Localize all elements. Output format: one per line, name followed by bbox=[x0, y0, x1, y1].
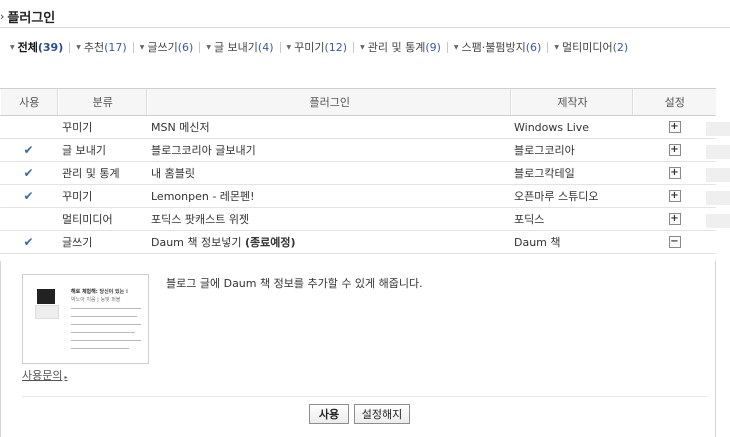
thumb-text-line bbox=[71, 316, 137, 317]
thumb-text-line bbox=[71, 340, 141, 341]
book-cover-caption bbox=[35, 305, 59, 319]
table-row-expanded[interactable]: ✔ 글쓰기 Daum 책 정보넣기 (종료예정) Daum 책 − bbox=[0, 231, 716, 254]
row-scroll-shadow bbox=[706, 168, 730, 182]
row-scroll-shadow bbox=[706, 145, 730, 159]
header-plugin: 플러그인 bbox=[146, 89, 511, 115]
triangle-down-icon: ▼ bbox=[10, 43, 15, 51]
expand-plus-icon[interactable]: + bbox=[668, 167, 681, 179]
row-maker: 오픈마루 스튜디오 bbox=[514, 190, 599, 203]
filter-send-post[interactable]: ▼ 글 보내기 (4) bbox=[206, 39, 273, 55]
thumb-title: 해로 체험해: 당신이 있는 ⁝ bbox=[71, 289, 128, 295]
row-plugin-name[interactable]: MSN 메신저 bbox=[146, 119, 512, 135]
table-row[interactable]: ✔ 글 보내기 블로그코리아 글보내기 블로그코리아 + bbox=[0, 139, 716, 162]
filter-management[interactable]: ▼ 관리 및 통계 (9) bbox=[360, 39, 441, 55]
row-scroll-shadow bbox=[706, 122, 730, 136]
table-row[interactable]: ✔ 꾸미기 Lemonpen - 레몬펜! 오픈마루 스튜디오 + bbox=[0, 185, 716, 208]
row-maker: 블로그칵테일 bbox=[514, 167, 575, 180]
triangle-down-icon: ▼ bbox=[139, 43, 145, 51]
filter-recommended[interactable]: ▼ 추천 (17) bbox=[76, 39, 126, 55]
triangle-down-icon: ▼ bbox=[453, 43, 459, 51]
header-category: 분류 bbox=[57, 89, 147, 115]
check-icon: ✔ bbox=[23, 166, 34, 180]
row-category: 멀티미디어 bbox=[62, 213, 113, 226]
plugin-preview-thumbnail: 해로 체험해: 당신이 있는 ⁝ 박노아 지음 | 능빛 퍼블 bbox=[22, 274, 149, 364]
table-row[interactable]: ✔ 관리 및 통계 내 홈블릿 블로그칵테일 + bbox=[0, 162, 716, 185]
thumb-text-line bbox=[71, 332, 135, 333]
check-icon: ✔ bbox=[23, 189, 34, 203]
row-maker: 포딕스 bbox=[514, 213, 545, 226]
header-use: 사용 bbox=[0, 89, 58, 115]
row-maker: Windows Live bbox=[514, 120, 590, 134]
row-category: 관리 및 통계 bbox=[62, 167, 120, 180]
table-header: 사용 분류 플러그인 제작자 설정 bbox=[0, 88, 716, 116]
expand-plus-icon[interactable]: + bbox=[668, 144, 681, 156]
row-scroll-shadow bbox=[706, 214, 730, 228]
expand-plus-icon[interactable]: + bbox=[668, 190, 681, 202]
row-category: 글 보내기 bbox=[62, 144, 106, 157]
expand-plus-icon[interactable]: + bbox=[668, 213, 681, 225]
detail-divider bbox=[22, 396, 708, 397]
filter-spam[interactable]: ▼ 스팸·불펌방지 (6) bbox=[454, 39, 541, 55]
row-category: 글쓰기 bbox=[62, 236, 93, 249]
unset-settings-button[interactable]: 설정해지 bbox=[354, 404, 410, 424]
filter-all[interactable]: ▼ 전체 (39) bbox=[10, 39, 63, 55]
filter-separator bbox=[353, 41, 355, 53]
page-title: 플러그인 bbox=[7, 10, 56, 26]
filter-separator bbox=[547, 41, 549, 53]
header-settings: 설정 bbox=[632, 89, 716, 115]
check-icon: ✔ bbox=[23, 235, 34, 249]
row-maker: 블로그코리아 bbox=[514, 144, 575, 157]
thumb-text-line bbox=[71, 308, 141, 309]
triangle-down-icon: ▼ bbox=[286, 43, 292, 51]
table-row[interactable]: 꾸미기 MSN 메신저 Windows Live + bbox=[0, 116, 716, 139]
plugin-table: 사용 분류 플러그인 제작자 설정 꾸미기 MSN 메신저 Windows Li… bbox=[0, 88, 716, 254]
triangle-down-icon: ▼ bbox=[360, 43, 365, 51]
thumb-text-line bbox=[71, 324, 141, 325]
book-cover-image bbox=[37, 289, 55, 304]
filter-multimedia[interactable]: ▼ 멀티미디어 (2) bbox=[554, 39, 628, 55]
row-category: 꾸미기 bbox=[62, 190, 93, 203]
thumb-text-line bbox=[71, 348, 129, 349]
row-maker: Daum 책 bbox=[514, 236, 561, 249]
expand-plus-icon[interactable]: + bbox=[668, 121, 681, 133]
filter-separator bbox=[446, 41, 448, 53]
chevron-right-icon: › bbox=[0, 9, 5, 23]
category-filter-bar: ▼ 전체 (39) ▼ 추천 (17) ▼ 글쓰기 (6) ▼ 글 보내기 (4) ▼ 꾸미기 (1… bbox=[10, 38, 628, 56]
row-plugin-name[interactable]: 블로그코리아 글보내기 bbox=[146, 142, 512, 158]
page-header: › 플러그인 bbox=[0, 6, 55, 26]
filter-separator bbox=[279, 41, 281, 53]
plugin-status-note: (종료예정) bbox=[245, 236, 296, 249]
usage-inquiry-link[interactable]: 사용문의 ▸ bbox=[22, 367, 68, 383]
row-plugin-name[interactable]: 포딕스 팟캐스트 위젯 bbox=[146, 211, 512, 227]
filter-writing[interactable]: ▼ 글쓰기 (6) bbox=[140, 39, 194, 55]
arrow-right-icon: ▸ bbox=[64, 374, 68, 381]
thumb-subtitle: 박노아 지음 | 능빛 퍼블 bbox=[71, 297, 121, 303]
use-button[interactable]: 사용 bbox=[309, 404, 349, 424]
filter-separator bbox=[199, 41, 201, 53]
triangle-down-icon: ▼ bbox=[76, 43, 81, 51]
row-category: 꾸미기 bbox=[62, 121, 93, 134]
triangle-down-icon: ▼ bbox=[206, 43, 211, 51]
check-icon: ✔ bbox=[23, 143, 34, 157]
row-plugin-name[interactable]: Daum 책 정보넣기 (종료예정) bbox=[146, 234, 512, 250]
filter-separator bbox=[69, 41, 71, 53]
filter-decorate[interactable]: ▼ 꾸미기 (12) bbox=[287, 39, 348, 55]
title-divider bbox=[0, 27, 730, 28]
row-plugin-name[interactable]: 내 홈블릿 bbox=[146, 165, 512, 181]
collapse-minus-icon[interactable]: − bbox=[668, 236, 681, 248]
filter-separator bbox=[132, 41, 134, 53]
header-maker: 제작자 bbox=[511, 89, 632, 115]
row-plugin-name[interactable]: Lemonpen - 레몬펜! bbox=[146, 188, 512, 204]
triangle-down-icon: ▼ bbox=[554, 43, 559, 51]
row-scroll-shadow bbox=[706, 191, 730, 205]
plugin-description: 블로그 글에 Daum 책 정보를 추가할 수 있게 해줍니다. bbox=[166, 277, 423, 290]
table-row[interactable]: 멀티미디어 포딕스 팟캐스트 위젯 포딕스 + bbox=[0, 208, 716, 231]
